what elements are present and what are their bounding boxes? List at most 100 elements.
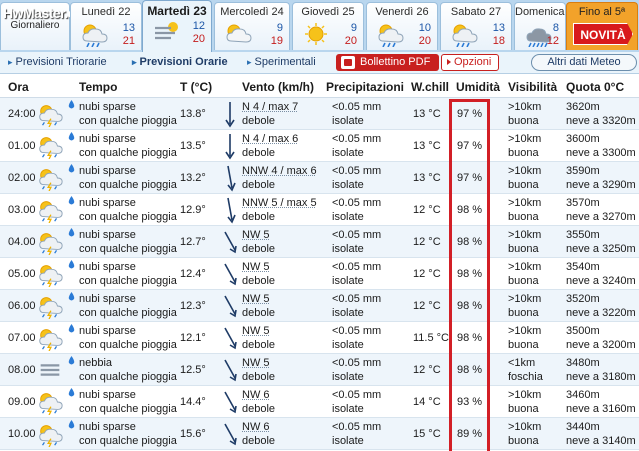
row-wind-chill: 11.5 °C (413, 332, 449, 344)
link-previsioni-triorarie[interactable]: ▸ Previsioni Triorarie (8, 56, 107, 68)
sun-rain-icon (79, 21, 109, 48)
wind-direction-arrow-icon (222, 196, 238, 224)
bullet-icon: ▸ (247, 57, 252, 67)
row-wind[interactable]: NNW 5 / max 5 (242, 197, 317, 209)
row-precipitation-type: isolate (332, 147, 364, 159)
row-wind[interactable]: NNW 4 / max 6 (242, 165, 317, 177)
tab-max-temp: 18 (492, 35, 505, 47)
rain-drop-icon (68, 388, 75, 397)
row-wind[interactable]: NW 6 (242, 389, 270, 401)
row-weather: nubi sparse (79, 165, 136, 177)
row-time: 09.00 (8, 396, 36, 408)
tab-day-3[interactable]: Mercoledì 24 9 19 (214, 2, 290, 50)
row-temperature: 12.4° (180, 268, 206, 280)
row-weather-detail: con qualche pioggia (79, 435, 177, 447)
row-visibility-quality: buona (508, 179, 539, 191)
table-row: 24:00 nubi sparse con qualche pioggia 13.8°… (0, 98, 639, 130)
opzioni-button[interactable]: Opzioni (441, 54, 499, 71)
row-humidity: 98 % (457, 364, 483, 376)
tab-title: Martedì 23 (147, 4, 207, 18)
row-visibility-quality: buona (508, 275, 539, 287)
sun-cloud-rain-icon (36, 101, 64, 128)
row-wind[interactable]: NW 5 (242, 357, 270, 369)
rain-drop-icon (68, 164, 75, 173)
forecast-subnav: ▸ Previsioni Triorarie ▸ Previsioni Orarie… (0, 52, 639, 74)
row-visibility-quality: buona (508, 115, 539, 127)
tab-max-temp: 20 (192, 33, 205, 45)
tab-day-7[interactable]: Domenica 28 8 12 (514, 2, 580, 50)
tab-novita[interactable]: Fino al 5ª NOVITÀ (566, 2, 638, 50)
sun-cloud-icon (223, 21, 253, 47)
fog-icon (36, 357, 64, 383)
link-previsioni-orarie[interactable]: ▸ Previsioni Orarie (132, 56, 228, 68)
tab-giornaliero[interactable]: HwMaster.com Giornaliero (0, 2, 96, 50)
sun-icon (301, 21, 331, 47)
tab-day-1[interactable]: Lunedì 22 13 21 (70, 2, 142, 50)
tab-day-2[interactable]: Martedì 23 12 20 (142, 0, 212, 52)
row-wind[interactable]: NW 5 (242, 325, 270, 337)
novita-badge[interactable]: NOVITÀ (573, 23, 633, 45)
tab-max-temp: 12 (546, 35, 559, 47)
tab-min-temp: 13 (122, 22, 135, 34)
row-precipitation: <0.05 mm (332, 197, 382, 209)
row-wind-strength: debole (242, 339, 276, 351)
table-row: 06.00 nubi sparse con qualche pioggia 12.3°… (0, 290, 639, 322)
row-humidity: 98 % (457, 332, 483, 344)
header-quota-zero: Quota 0°C (566, 80, 625, 94)
row-wind-chill: 12 °C (413, 300, 441, 312)
row-weather: nubi sparse (79, 101, 136, 113)
sun-cloud-rain-icon (36, 197, 64, 224)
row-wind-strength: debole (242, 115, 276, 127)
row-wind[interactable]: N 4 / max 7 (242, 101, 298, 113)
tab-title: Domenica 28 (515, 6, 580, 18)
tab-day-6[interactable]: Sabato 27 13 18 (440, 2, 512, 50)
tab-max-temp: 21 (122, 35, 135, 47)
row-wind-strength: debole (242, 275, 276, 287)
button-label: Bollettino PDF (360, 56, 431, 68)
row-weather: nubi sparse (79, 421, 136, 433)
row-precipitation-type: isolate (332, 435, 364, 447)
row-visibility: >10km (508, 389, 542, 401)
row-time: 05.00 (8, 268, 36, 280)
row-visibility: >10km (508, 197, 542, 209)
tab-min-temp: 10 (418, 22, 431, 34)
link-label: Previsioni Triorarie (15, 56, 107, 68)
sun-cloud-rain-icon (36, 133, 64, 160)
bollettino-pdf-button[interactable]: Bollettino PDF (336, 54, 439, 71)
link-sperimentali[interactable]: ▸ Sperimentali (247, 56, 316, 68)
tab-day-5[interactable]: Venerdì 26 10 20 (366, 2, 438, 50)
row-time: 03.00 (8, 204, 36, 216)
row-wind[interactable]: NW 5 (242, 293, 270, 305)
sun-cloud-rain-icon (36, 325, 64, 352)
row-visibility: >10km (508, 261, 542, 273)
row-wind[interactable]: NW 6 (242, 421, 270, 433)
wind-direction-arrow-icon (222, 228, 238, 256)
row-visibility: >10km (508, 133, 542, 145)
row-visibility-quality: foschia (508, 371, 543, 383)
altri-dati-meteo-button[interactable]: Altri dati Meteo (531, 54, 637, 71)
row-weather-detail: con qualche pioggia (79, 275, 177, 287)
row-temperature: 13.5° (180, 140, 206, 152)
rain-drop-icon (68, 324, 75, 333)
table-row: 07.00 nubi sparse con qualche pioggia 12.1°… (0, 322, 639, 354)
row-wind-strength: debole (242, 243, 276, 255)
row-visibility: >10km (508, 421, 542, 433)
row-visibility-quality: buona (508, 339, 539, 351)
wind-direction-arrow-icon (222, 132, 238, 160)
rain-drop-icon (68, 132, 75, 141)
rain-drop-icon (68, 196, 75, 205)
tab-min-temp: 13 (492, 22, 505, 34)
row-wind[interactable]: NW 5 (242, 261, 270, 273)
table-row: 04.00 nubi sparse con qualche pioggia 12.7°… (0, 226, 639, 258)
row-precipitation-type: isolate (332, 179, 364, 191)
header-vento: Vento (km/h) (242, 80, 315, 94)
row-humidity: 97 % (457, 140, 483, 152)
tab-day-4[interactable]: Giovedì 25 9 20 (292, 2, 364, 50)
row-wind[interactable]: NW 5 (242, 229, 270, 241)
row-wind[interactable]: N 4 / max 6 (242, 133, 298, 145)
tab-title: Fino al 5ª (578, 6, 626, 18)
row-weather: nubi sparse (79, 261, 136, 273)
row-snow-level: neve a 3300m (566, 147, 636, 159)
rain-drop-icon (68, 292, 75, 301)
link-label: Sperimentali (254, 56, 316, 68)
